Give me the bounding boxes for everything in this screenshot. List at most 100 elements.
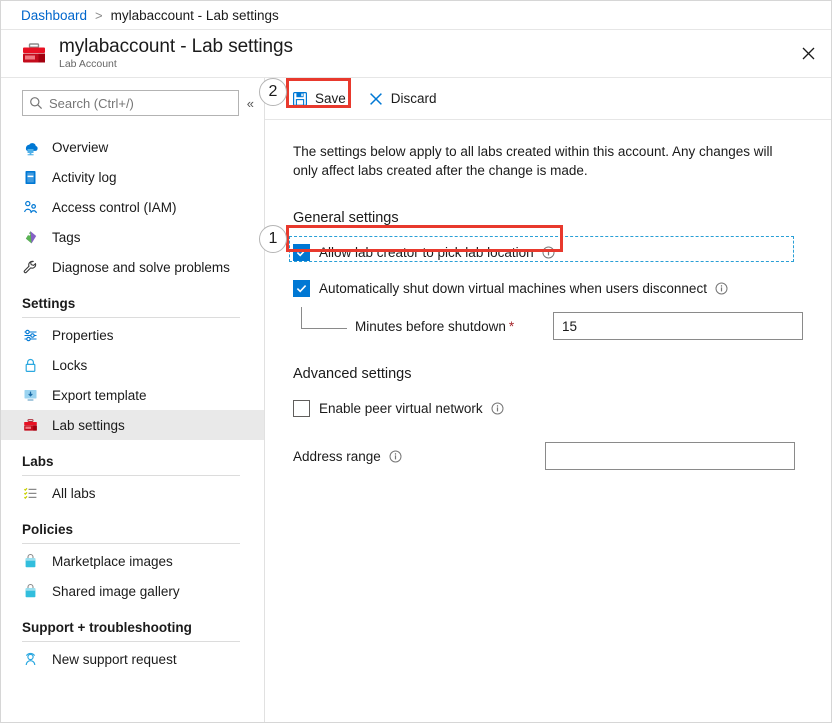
- collapse-sidebar-icon[interactable]: «: [247, 97, 254, 110]
- marketplace-bag-icon: [22, 553, 39, 570]
- sidebar-group-divider: [22, 317, 240, 318]
- sidebar-item-export-template[interactable]: Export template: [1, 380, 264, 410]
- sidebar-item-label: Diagnose and solve problems: [52, 259, 230, 275]
- sidebar-item-all-labs[interactable]: All labs: [1, 478, 264, 508]
- enable-peer-vnet-checkbox[interactable]: [293, 399, 310, 417]
- sidebar-item-label: Tags: [52, 229, 81, 245]
- sidebar-search-row: Search (Ctrl+/) «: [1, 88, 264, 118]
- intro-text: The settings below apply to all labs cre…: [293, 144, 773, 178]
- search-input[interactable]: Search (Ctrl+/): [22, 90, 239, 116]
- sidebar: Search (Ctrl+/) « Overview Activity log …: [1, 78, 265, 722]
- breadcrumb-current: mylabaccount - Lab settings: [110, 7, 279, 23]
- checkmark-icon: [296, 284, 307, 293]
- sidebar-item-diagnose[interactable]: Diagnose and solve problems: [1, 252, 264, 282]
- save-button-label: Save: [315, 91, 346, 106]
- auto-shutdown-checkbox[interactable]: [293, 279, 310, 297]
- lab-settings-toolbox-icon: [22, 417, 39, 434]
- lab-account-toolbox-icon: [19, 39, 49, 69]
- sidebar-item-label: All labs: [52, 485, 96, 501]
- blade-title-bar: mylabaccount - Lab settings Lab Account: [1, 30, 831, 78]
- sidebar-group-settings: Settings: [1, 296, 264, 318]
- sidebar-group-divider: [22, 543, 240, 544]
- sidebar-group-labs: Labs: [1, 454, 264, 476]
- info-icon[interactable]: [491, 402, 504, 415]
- sidebar-item-label: Shared image gallery: [52, 583, 180, 599]
- shared-gallery-bag-icon: [22, 583, 39, 600]
- sidebar-group-divider: [22, 475, 240, 476]
- address-range-label: Address range: [293, 448, 381, 464]
- address-range-input[interactable]: [545, 442, 795, 470]
- checkmark-icon: [296, 248, 307, 257]
- sidebar-item-label: Overview: [52, 139, 109, 155]
- main-content: Save Discard The settings below apply to…: [265, 78, 831, 722]
- discard-x-icon: [369, 92, 382, 105]
- overview-cloud-icon: [22, 139, 39, 156]
- sidebar-item-new-support-request[interactable]: New support request: [1, 644, 264, 674]
- page-title: mylabaccount - Lab settings: [59, 36, 293, 57]
- blade-title-group: mylabaccount - Lab settings Lab Account: [59, 36, 293, 71]
- blade-body: Search (Ctrl+/) « Overview Activity log …: [1, 78, 831, 722]
- sidebar-item-label: New support request: [52, 651, 177, 667]
- sidebar-item-label: Access control (IAM): [52, 199, 177, 215]
- sidebar-item-lab-settings[interactable]: Lab settings: [1, 410, 264, 440]
- page-subtitle: Lab Account: [59, 58, 117, 70]
- close-icon[interactable]: [793, 39, 823, 69]
- auto-shutdown-label: Automatically shut down virtual machines…: [319, 280, 707, 296]
- sidebar-item-access-control[interactable]: Access control (IAM): [1, 192, 264, 222]
- breadcrumb-separator: >: [95, 7, 103, 23]
- info-icon[interactable]: [542, 246, 555, 259]
- allow-lab-creator-checkbox[interactable]: [293, 243, 310, 261]
- minutes-before-shutdown-value: 15: [562, 318, 578, 334]
- sidebar-item-properties[interactable]: Properties: [1, 320, 264, 350]
- sidebar-item-tags[interactable]: Tags: [1, 222, 264, 252]
- support-person-icon: [22, 651, 39, 668]
- sidebar-item-activity-log[interactable]: Activity log: [1, 162, 264, 192]
- enable-peer-vnet-row: Enable peer virtual network: [293, 396, 795, 420]
- save-disk-icon: [293, 91, 308, 106]
- discard-button-label: Discard: [390, 91, 437, 106]
- allow-lab-creator-row: Allow lab creator to pick lab location: [289, 236, 795, 264]
- enable-peer-vnet-label: Enable peer virtual network: [319, 400, 483, 416]
- sidebar-item-locks[interactable]: Locks: [1, 350, 264, 380]
- sidebar-item-label: Locks: [52, 357, 88, 373]
- sidebar-group-title: Settings: [22, 296, 76, 311]
- wrench-icon: [22, 259, 39, 276]
- all-labs-list-icon: [22, 485, 39, 502]
- properties-sliders-icon: [22, 327, 39, 344]
- search-icon: [30, 97, 43, 110]
- sidebar-group-title: Support + troubleshooting: [22, 620, 192, 635]
- annotation-badge-2: 2: [259, 78, 287, 106]
- advanced-settings-title: Advanced settings: [293, 366, 412, 382]
- sidebar-item-label: Export template: [52, 387, 147, 403]
- auto-shutdown-row: Automatically shut down virtual machines…: [293, 276, 795, 300]
- info-icon[interactable]: [715, 282, 728, 295]
- discard-button[interactable]: Discard: [359, 84, 446, 114]
- sidebar-item-label: Lab settings: [52, 417, 125, 433]
- sidebar-item-overview[interactable]: Overview: [1, 132, 264, 162]
- address-range-row: Address range: [293, 442, 795, 470]
- minutes-before-shutdown-input[interactable]: 15: [553, 312, 803, 340]
- sidebar-group-policies: Policies: [1, 522, 264, 544]
- lock-icon: [22, 357, 39, 374]
- info-icon[interactable]: [389, 450, 402, 463]
- annotation-badge-1: 1: [259, 225, 287, 253]
- save-button[interactable]: Save: [283, 84, 355, 114]
- sidebar-group-title: Labs: [22, 454, 54, 469]
- general-settings-title: General settings: [293, 210, 399, 226]
- sidebar-item-shared-image-gallery[interactable]: Shared image gallery: [1, 576, 264, 606]
- azure-portal-blade: Dashboard > mylabaccount - Lab settings …: [0, 0, 832, 723]
- activity-log-icon: [22, 169, 39, 186]
- export-template-icon: [22, 387, 39, 404]
- access-control-icon: [22, 199, 39, 216]
- sidebar-item-marketplace-images[interactable]: Marketplace images: [1, 546, 264, 576]
- tags-icon: [22, 229, 39, 246]
- allow-lab-creator-label: Allow lab creator to pick lab location: [319, 244, 534, 260]
- sidebar-group-title: Policies: [22, 522, 74, 537]
- breadcrumb-dashboard-link[interactable]: Dashboard: [21, 8, 87, 23]
- minutes-before-shutdown-label: Minutes before shutdown *: [355, 319, 514, 334]
- sidebar-group-divider: [22, 641, 240, 642]
- tree-elbow-connector: [301, 307, 347, 329]
- search-placeholder: Search (Ctrl+/): [49, 95, 134, 111]
- breadcrumb: Dashboard > mylabaccount - Lab settings: [1, 1, 831, 30]
- sidebar-item-label: Activity log: [52, 169, 117, 185]
